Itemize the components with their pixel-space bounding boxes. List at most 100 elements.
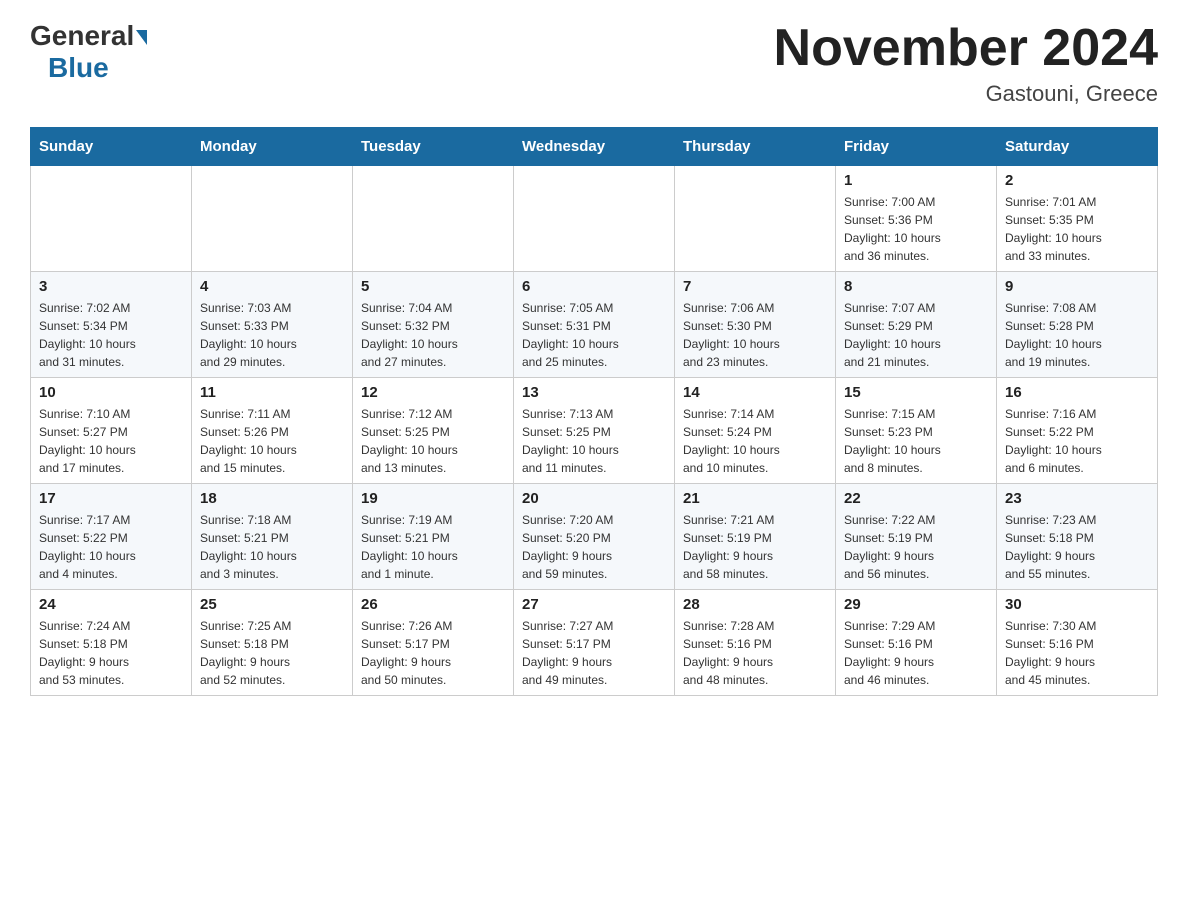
day-number: 26 — [361, 596, 505, 613]
calendar-cell: 21 Sunrise: 7:21 AM Sunset: 5:19 PM Dayli… — [675, 484, 836, 590]
day-info: Sunrise: 7:29 AM Sunset: 5:16 PM Dayligh… — [844, 617, 988, 689]
calendar-cell: 8Sunrise: 7:07 AM Sunset: 5:29 PM Daylig… — [836, 272, 997, 378]
calendar-cell: 23 Sunrise: 7:23 AM Sunset: 5:18 PM Dayli… — [997, 484, 1158, 590]
calendar-cell: 18 Sunrise: 7:18 AM Sunset: 5:21 PM Dayli… — [192, 484, 353, 590]
day-number: 22 — [844, 490, 988, 507]
calendar-cell: 13 Sunrise: 7:13 AM Sunset: 5:25 PM Dayli… — [514, 378, 675, 484]
month-title: November 2024 — [774, 20, 1158, 77]
day-number: 25 — [200, 596, 344, 613]
calendar-cell: 19Sunrise: 7:19 AM Sunset: 5:21 PM Dayli… — [353, 484, 514, 590]
day-info: Sunrise: 7:13 AM Sunset: 5:25 PM Dayligh… — [522, 405, 666, 477]
day-number: 23 — [1005, 490, 1149, 507]
day-number: 12 — [361, 384, 505, 401]
day-info: Sunrise: 7:08 AM Sunset: 5:28 PM Dayligh… — [1005, 299, 1149, 371]
calendar-cell: 1 Sunrise: 7:00 AM Sunset: 5:36 PM Daylig… — [836, 166, 997, 272]
title-section: November 2024 Gastouni, Greece — [774, 20, 1158, 107]
calendar-cell: 20Sunrise: 7:20 AM Sunset: 5:20 PM Dayli… — [514, 484, 675, 590]
calendar-cell: 28Sunrise: 7:28 AM Sunset: 5:16 PM Dayli… — [675, 590, 836, 696]
week-row-3: 10 Sunrise: 7:10 AM Sunset: 5:27 PM Dayli… — [31, 378, 1158, 484]
day-number: 29 — [844, 596, 988, 613]
logo: General Blue — [30, 20, 147, 84]
day-number: 2 — [1005, 172, 1149, 189]
day-number: 6 — [522, 278, 666, 295]
calendar-cell: 16 Sunrise: 7:16 AM Sunset: 5:22 PM Dayli… — [997, 378, 1158, 484]
day-number: 27 — [522, 596, 666, 613]
weekday-header-tuesday: Tuesday — [353, 128, 514, 166]
day-info: Sunrise: 7:12 AM Sunset: 5:25 PM Dayligh… — [361, 405, 505, 477]
page-header: General Blue November 2024 Gastouni, Gre… — [30, 20, 1158, 107]
day-number: 17 — [39, 490, 183, 507]
day-number: 11 — [200, 384, 344, 401]
day-info: Sunrise: 7:26 AM Sunset: 5:17 PM Dayligh… — [361, 617, 505, 689]
day-number: 1 — [844, 172, 988, 189]
logo-blue: Blue — [48, 52, 109, 83]
calendar-cell: 7 Sunrise: 7:06 AM Sunset: 5:30 PM Daylig… — [675, 272, 836, 378]
calendar-cell: 2 Sunrise: 7:01 AM Sunset: 5:35 PM Daylig… — [997, 166, 1158, 272]
calendar-cell: 26 Sunrise: 7:26 AM Sunset: 5:17 PM Dayli… — [353, 590, 514, 696]
day-info: Sunrise: 7:30 AM Sunset: 5:16 PM Dayligh… — [1005, 617, 1149, 689]
calendar-cell: 30Sunrise: 7:30 AM Sunset: 5:16 PM Dayli… — [997, 590, 1158, 696]
calendar-cell: 15 Sunrise: 7:15 AM Sunset: 5:23 PM Dayli… — [836, 378, 997, 484]
day-number: 8 — [844, 278, 988, 295]
calendar-cell: 24 Sunrise: 7:24 AM Sunset: 5:18 PM Dayli… — [31, 590, 192, 696]
day-number: 7 — [683, 278, 827, 295]
logo-triangle-icon — [136, 30, 147, 45]
weekday-header-wednesday: Wednesday — [514, 128, 675, 166]
day-number: 13 — [522, 384, 666, 401]
day-info: Sunrise: 7:27 AM Sunset: 5:17 PM Dayligh… — [522, 617, 666, 689]
weekday-header-friday: Friday — [836, 128, 997, 166]
calendar-cell: 3 Sunrise: 7:02 AM Sunset: 5:34 PM Daylig… — [31, 272, 192, 378]
calendar-cell — [353, 166, 514, 272]
calendar-cell: 27 Sunrise: 7:27 AM Sunset: 5:17 PM Dayli… — [514, 590, 675, 696]
day-number: 9 — [1005, 278, 1149, 295]
day-info: Sunrise: 7:05 AM Sunset: 5:31 PM Dayligh… — [522, 299, 666, 371]
day-info: Sunrise: 7:28 AM Sunset: 5:16 PM Dayligh… — [683, 617, 827, 689]
calendar-cell: 10 Sunrise: 7:10 AM Sunset: 5:27 PM Dayli… — [31, 378, 192, 484]
location: Gastouni, Greece — [774, 81, 1158, 107]
day-info: Sunrise: 7:02 AM Sunset: 5:34 PM Dayligh… — [39, 299, 183, 371]
day-number: 16 — [1005, 384, 1149, 401]
calendar-cell: 11Sunrise: 7:11 AM Sunset: 5:26 PM Dayli… — [192, 378, 353, 484]
day-info: Sunrise: 7:23 AM Sunset: 5:18 PM Dayligh… — [1005, 511, 1149, 583]
calendar-cell: 5 Sunrise: 7:04 AM Sunset: 5:32 PM Daylig… — [353, 272, 514, 378]
day-info: Sunrise: 7:03 AM Sunset: 5:33 PM Dayligh… — [200, 299, 344, 371]
week-row-5: 24 Sunrise: 7:24 AM Sunset: 5:18 PM Dayli… — [31, 590, 1158, 696]
calendar-cell: 14Sunrise: 7:14 AM Sunset: 5:24 PM Dayli… — [675, 378, 836, 484]
calendar-cell — [514, 166, 675, 272]
calendar-table: SundayMondayTuesdayWednesdayThursdayFrid… — [30, 127, 1158, 696]
weekday-header-sunday: Sunday — [31, 128, 192, 166]
week-row-2: 3 Sunrise: 7:02 AM Sunset: 5:34 PM Daylig… — [31, 272, 1158, 378]
day-info: Sunrise: 7:24 AM Sunset: 5:18 PM Dayligh… — [39, 617, 183, 689]
day-info: Sunrise: 7:10 AM Sunset: 5:27 PM Dayligh… — [39, 405, 183, 477]
day-info: Sunrise: 7:25 AM Sunset: 5:18 PM Dayligh… — [200, 617, 344, 689]
day-number: 3 — [39, 278, 183, 295]
calendar-cell: 9 Sunrise: 7:08 AM Sunset: 5:28 PM Daylig… — [997, 272, 1158, 378]
calendar-cell: 17 Sunrise: 7:17 AM Sunset: 5:22 PM Dayli… — [31, 484, 192, 590]
day-number: 4 — [200, 278, 344, 295]
logo-general: General — [30, 20, 134, 52]
day-info: Sunrise: 7:15 AM Sunset: 5:23 PM Dayligh… — [844, 405, 988, 477]
day-info: Sunrise: 7:21 AM Sunset: 5:19 PM Dayligh… — [683, 511, 827, 583]
calendar-cell: 25 Sunrise: 7:25 AM Sunset: 5:18 PM Dayli… — [192, 590, 353, 696]
day-info: Sunrise: 7:01 AM Sunset: 5:35 PM Dayligh… — [1005, 193, 1149, 265]
calendar-cell: 12 Sunrise: 7:12 AM Sunset: 5:25 PM Dayli… — [353, 378, 514, 484]
day-number: 19 — [361, 490, 505, 507]
weekday-header-saturday: Saturday — [997, 128, 1158, 166]
day-info: Sunrise: 7:00 AM Sunset: 5:36 PM Dayligh… — [844, 193, 988, 265]
day-number: 24 — [39, 596, 183, 613]
day-info: Sunrise: 7:18 AM Sunset: 5:21 PM Dayligh… — [200, 511, 344, 583]
calendar-cell — [675, 166, 836, 272]
calendar-cell: 6 Sunrise: 7:05 AM Sunset: 5:31 PM Daylig… — [514, 272, 675, 378]
day-info: Sunrise: 7:17 AM Sunset: 5:22 PM Dayligh… — [39, 511, 183, 583]
weekday-header-thursday: Thursday — [675, 128, 836, 166]
day-info: Sunrise: 7:16 AM Sunset: 5:22 PM Dayligh… — [1005, 405, 1149, 477]
day-number: 21 — [683, 490, 827, 507]
day-info: Sunrise: 7:04 AM Sunset: 5:32 PM Dayligh… — [361, 299, 505, 371]
calendar-cell — [31, 166, 192, 272]
day-number: 18 — [200, 490, 344, 507]
day-number: 15 — [844, 384, 988, 401]
day-info: Sunrise: 7:06 AM Sunset: 5:30 PM Dayligh… — [683, 299, 827, 371]
day-number: 10 — [39, 384, 183, 401]
day-number: 5 — [361, 278, 505, 295]
calendar-cell: 22Sunrise: 7:22 AM Sunset: 5:19 PM Dayli… — [836, 484, 997, 590]
